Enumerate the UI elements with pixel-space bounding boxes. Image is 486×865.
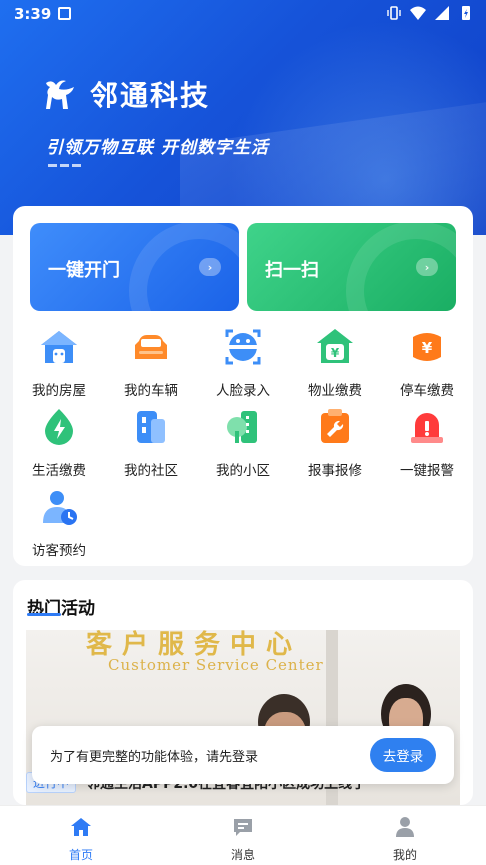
message-icon xyxy=(234,819,252,836)
bottom-tab-bar: 首页 消息 我的 xyxy=(0,805,486,865)
service-visitor-booking[interactable]: 访客预约 xyxy=(13,487,105,559)
status-time: 3:39 xyxy=(14,5,52,23)
visitor-icon xyxy=(43,491,77,525)
status-bar: 3:39 xyxy=(0,0,486,28)
status-icons xyxy=(386,5,474,21)
services-card: 一键开门 › 扫一扫 › 我的房屋 我的车辆 人脸录入 ¥ 物业缴费 ¥ 停车缴… xyxy=(13,206,473,566)
alarm-icon xyxy=(411,413,443,443)
property-fee-icon: ¥ xyxy=(317,329,353,363)
slogan: 引领万物互联 开创数字生活 xyxy=(46,138,269,158)
face-scan-icon xyxy=(225,329,261,365)
open-door-button[interactable]: 一键开门 › xyxy=(30,223,239,311)
service-my-car[interactable]: 我的车辆 xyxy=(105,327,197,399)
brand-name: 邻通科技 xyxy=(90,79,211,112)
title-underline xyxy=(27,613,61,616)
tab-home[interactable]: 首页 xyxy=(41,816,121,863)
brand-logo: 邻通科技 xyxy=(44,74,210,114)
wifi-icon xyxy=(410,6,426,20)
community-icon xyxy=(137,411,165,443)
scan-button[interactable]: 扫一扫 › xyxy=(247,223,456,311)
profile-icon xyxy=(396,817,414,837)
service-my-neighborhood[interactable]: 我的小区 xyxy=(197,407,289,479)
parking-fee-icon: ¥ xyxy=(413,333,441,361)
home-icon xyxy=(71,818,91,836)
service-repair-report[interactable]: 报事报修 xyxy=(289,407,381,479)
tab-profile[interactable]: 我的 xyxy=(365,816,445,863)
service-parking-fee[interactable]: ¥ 停车缴费 xyxy=(381,327,473,399)
deer-logo-icon xyxy=(46,80,74,109)
service-my-community[interactable]: 我的社区 xyxy=(105,407,197,479)
repair-icon xyxy=(321,409,349,443)
decorative-dashes xyxy=(48,164,81,167)
notification-icon xyxy=(58,7,71,20)
tab-messages[interactable]: 消息 xyxy=(203,816,283,863)
service-my-house[interactable]: 我的房屋 xyxy=(13,327,105,399)
car-icon xyxy=(135,335,167,359)
vibrate-icon xyxy=(387,6,401,20)
service-utility-fee[interactable]: 生活缴费 xyxy=(13,407,105,479)
photo-sign-en: Customer Service Center xyxy=(108,656,324,674)
open-door-label: 一键开门 xyxy=(48,260,120,281)
svg-text:¥: ¥ xyxy=(422,339,433,357)
login-button[interactable]: 去登录 xyxy=(370,738,436,772)
login-prompt-message: 为了有更完整的功能体验，请先登录 xyxy=(50,750,259,765)
service-face-entry[interactable]: 人脸录入 xyxy=(197,327,289,399)
hero-banner: 3:39 邻通科技 引领万物互联 开创数字生活 xyxy=(0,0,486,235)
arrow-right-icon: › xyxy=(199,258,221,276)
battery-icon xyxy=(462,6,470,20)
utility-fee-icon xyxy=(45,409,73,445)
scan-label: 扫一扫 xyxy=(265,260,319,281)
house-icon xyxy=(41,331,77,363)
service-property-fee[interactable]: ¥ 物业缴费 xyxy=(289,327,381,399)
service-emergency-alarm[interactable]: 一键报警 xyxy=(381,407,473,479)
login-prompt: 为了有更完整的功能体验，请先登录 去登录 xyxy=(32,726,454,784)
svg-text:¥: ¥ xyxy=(331,346,340,360)
neighborhood-icon xyxy=(227,411,257,443)
signal-icon xyxy=(435,6,449,20)
arrow-right-icon: › xyxy=(416,258,438,276)
